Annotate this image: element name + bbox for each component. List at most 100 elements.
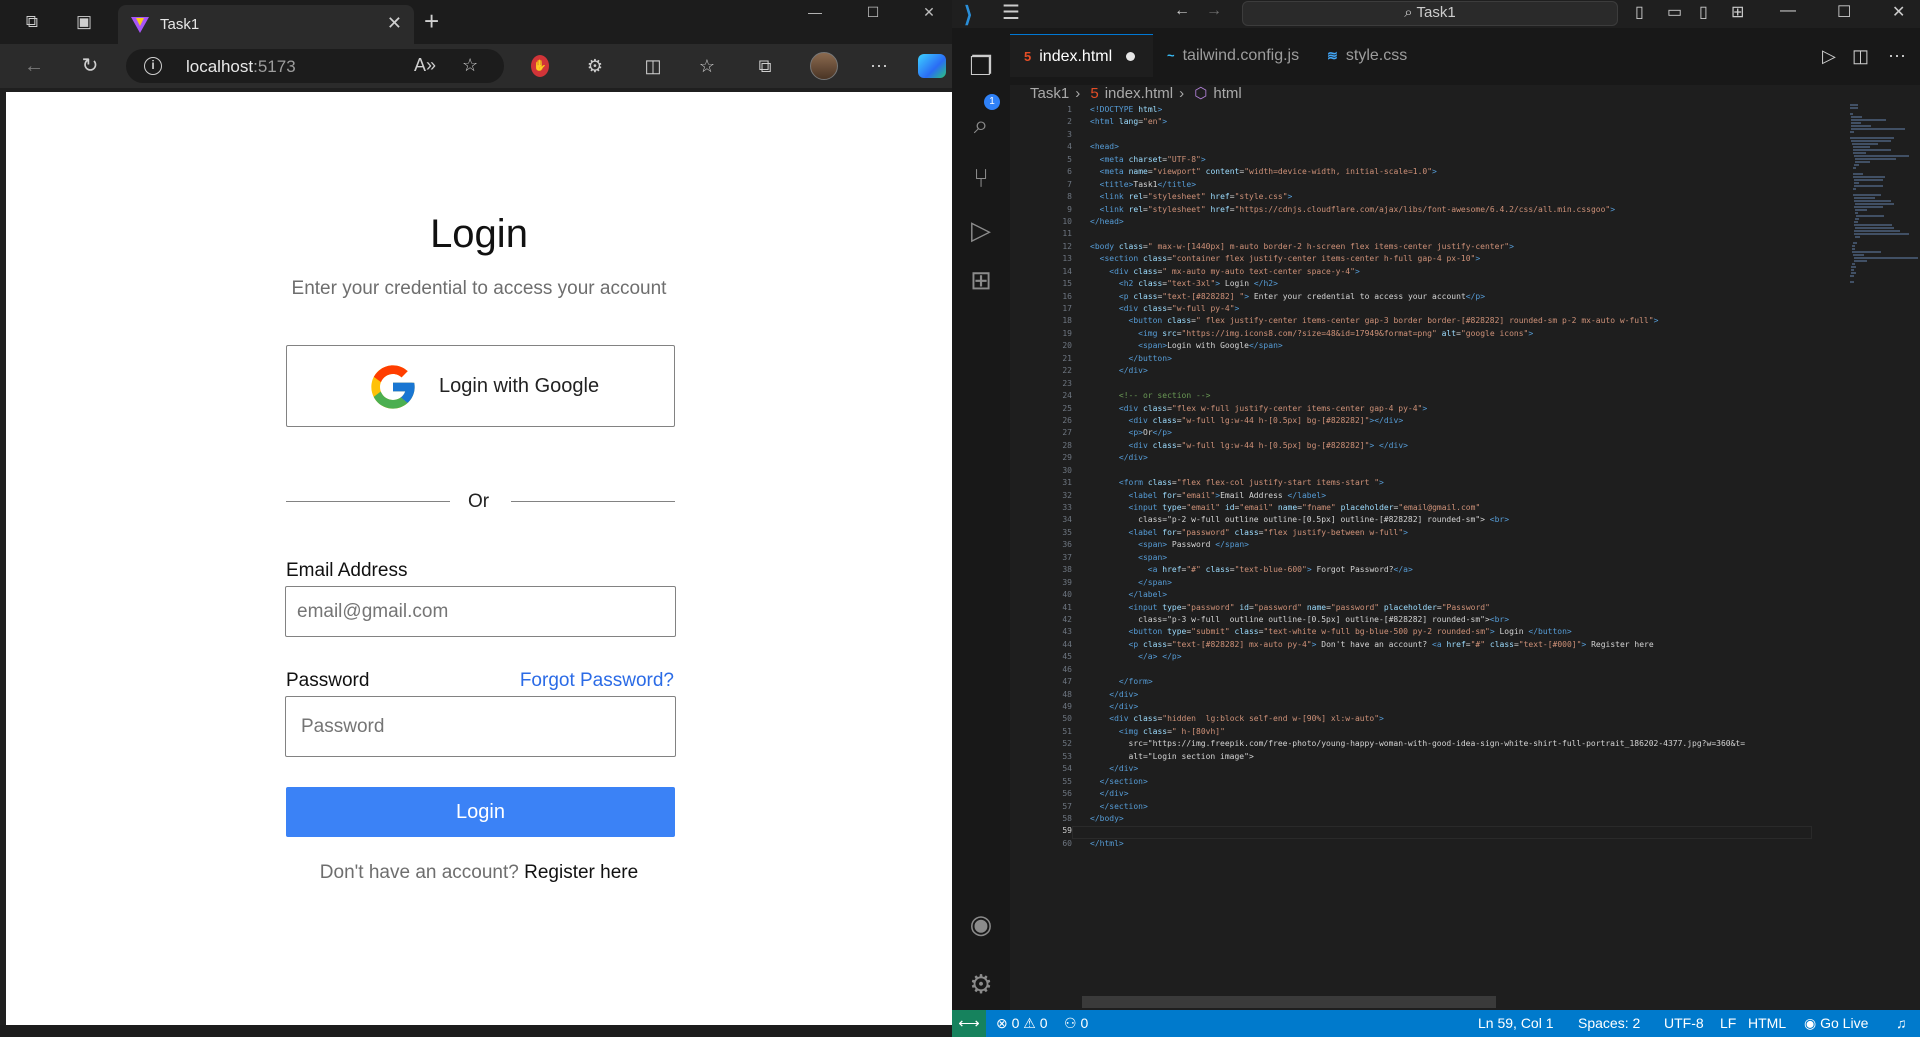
source-control-icon[interactable]: ⑂ (965, 162, 997, 194)
extensions-icon[interactable]: ⊞ (965, 264, 997, 296)
run-icon[interactable]: ▷ (1822, 46, 1836, 67)
register-link[interactable]: Register here (524, 862, 638, 883)
code-line[interactable]: <img class=" h-[80vh]" (1090, 726, 1810, 738)
code-line[interactable]: <!-- or section --> (1090, 390, 1810, 402)
workspaces-icon[interactable]: ⧉ (20, 10, 44, 34)
code-line[interactable]: </form> (1090, 676, 1810, 688)
horizontal-scrollbar[interactable] (1082, 996, 1496, 1008)
nav-back-icon[interactable]: ← (1174, 2, 1190, 20)
back-arrow-icon[interactable]: ← (20, 53, 48, 79)
code-line[interactable] (1090, 825, 1810, 837)
eol-setting[interactable]: LF (1720, 1015, 1736, 1031)
code-line[interactable]: <span>Login with Google</span> (1090, 340, 1810, 352)
code-line[interactable]: <title>Task1</title> (1090, 179, 1810, 191)
explorer-icon[interactable]: ❐ (965, 50, 997, 82)
close-tab-icon[interactable]: ✕ (387, 13, 402, 34)
code-line[interactable]: <span> Password </span> (1090, 539, 1810, 551)
code-line[interactable]: </html> (1090, 838, 1810, 850)
adblock-extension-icon[interactable]: ✋ (531, 55, 549, 77)
code-line[interactable]: </a> </p> (1090, 651, 1810, 663)
code-line[interactable]: </div> (1090, 763, 1810, 775)
language-mode[interactable]: HTML (1748, 1015, 1786, 1031)
code-line[interactable]: <button class=" flex justify-center item… (1090, 315, 1810, 327)
code-line[interactable]: <label for="email">Email Address </label… (1090, 490, 1810, 502)
code-line[interactable]: class="p-3 w-full outline outline-[0.5px… (1090, 614, 1810, 626)
breadcrumb-file[interactable]: index.html (1105, 85, 1173, 102)
code-line[interactable] (1090, 465, 1810, 477)
code-line[interactable]: <head> (1090, 141, 1810, 153)
code-line[interactable]: <section class="container flex justify-c… (1090, 253, 1810, 265)
code-line[interactable]: <h2 class="text-3xl"> Login </h2> (1090, 278, 1810, 290)
read-aloud-icon[interactable]: A» (414, 55, 436, 76)
settings-gear-icon[interactable]: ⚙ (965, 968, 997, 1000)
code-line[interactable] (1090, 664, 1810, 676)
code-line[interactable]: alt="Login section image"> (1090, 751, 1810, 763)
cursor-position[interactable]: Ln 59, Col 1 (1478, 1015, 1554, 1031)
close-window-icon[interactable]: ✕ (906, 0, 952, 26)
address-bar[interactable]: i localhost:5173 A» ☆ (126, 49, 504, 83)
code-line[interactable]: </div> (1090, 452, 1810, 464)
code-line[interactable]: <meta name="viewport" content="width=dev… (1090, 166, 1810, 178)
maximize-icon[interactable]: ☐ (850, 0, 896, 26)
minimap[interactable] (1850, 104, 1918, 1004)
ports-indicator[interactable]: ⚇ 0 (1064, 1015, 1088, 1032)
more-actions-icon[interactable]: ⋯ (1888, 46, 1906, 67)
vs-close-icon[interactable]: ✕ (1892, 2, 1905, 22)
code-line[interactable]: </span> (1090, 577, 1810, 589)
code-line[interactable]: </body> (1090, 813, 1810, 825)
tab-tailwind-config[interactable]: ~ tailwind.config.js (1153, 34, 1313, 77)
code-line[interactable]: <html lang="en"> (1090, 116, 1810, 128)
code-line[interactable]: <form class="flex flex-col justify-start… (1090, 477, 1810, 489)
favorite-star-icon[interactable]: ☆ (462, 55, 478, 76)
toggle-panel-icon[interactable]: ▭ (1667, 2, 1682, 22)
code-line[interactable]: <span> (1090, 552, 1810, 564)
refresh-icon[interactable]: ↻ (76, 53, 104, 79)
breadcrumb-symbol[interactable]: html (1213, 85, 1241, 102)
password-input[interactable] (285, 696, 676, 757)
code-line[interactable]: <img src="https://img.icons8.com/?size=4… (1090, 328, 1810, 340)
toggle-secondary-sidebar-icon[interactable]: ▯ (1699, 2, 1708, 22)
code-line[interactable]: </div> (1090, 701, 1810, 713)
minimize-icon[interactable]: — (792, 0, 838, 26)
code-line[interactable]: <meta charset="UTF-8"> (1090, 154, 1810, 166)
code-line[interactable]: </div> (1090, 365, 1810, 377)
code-line[interactable]: <div class="w-full lg:w-44 h-[0.5px] bg-… (1090, 440, 1810, 452)
email-input[interactable] (285, 586, 676, 637)
code-line[interactable]: <div class="w-full py-4"> (1090, 303, 1810, 315)
toggle-sidebar-icon[interactable]: ▯ (1635, 2, 1644, 22)
code-line[interactable]: <!DOCTYPE html> (1090, 104, 1810, 116)
login-with-google-button[interactable]: Login with Google (286, 345, 675, 427)
code-line[interactable] (1090, 228, 1810, 240)
code-line[interactable]: </section> (1090, 801, 1810, 813)
code-line[interactable]: <div class=" mx-auto my-auto text-center… (1090, 266, 1810, 278)
code-line[interactable]: <body class=" max-w-[1440px] m-auto bord… (1090, 241, 1810, 253)
forgot-password-link[interactable]: Forgot Password? (520, 670, 674, 692)
code-line[interactable]: <link rel="stylesheet" href="https://cdn… (1090, 204, 1810, 216)
code-line[interactable]: <div class="flex w-full justify-center i… (1090, 403, 1810, 415)
accounts-icon[interactable]: ◉ (965, 908, 997, 940)
split-screen-icon[interactable]: ◫ (640, 54, 666, 78)
search-icon[interactable]: ⌕ (965, 108, 997, 140)
code-line[interactable]: <div class="hidden lg:block self-end w-[… (1090, 713, 1810, 725)
collections-icon[interactable]: ⧉ (752, 54, 778, 78)
command-center-search[interactable]: ⌕ Task1 (1242, 1, 1618, 26)
code-line[interactable]: src="https://img.freepik.com/free-photo/… (1090, 738, 1810, 750)
code-line[interactable]: </div> (1090, 689, 1810, 701)
browser-tab-task1[interactable]: Task1 ✕ (118, 5, 414, 44)
vs-minimize-icon[interactable]: — (1780, 2, 1796, 20)
code-line[interactable]: <p class="text-[#828282] "> Enter your c… (1090, 291, 1810, 303)
code-line[interactable]: <link rel="stylesheet" href="style.css"> (1090, 191, 1810, 203)
code-line[interactable]: <label for="password" class="flex justif… (1090, 527, 1810, 539)
code-line[interactable]: <input type="password" id="password" nam… (1090, 602, 1810, 614)
code-content[interactable]: <!DOCTYPE html> <html lang="en"> <head> <m… (1090, 104, 1810, 850)
problems-indicator[interactable]: ⊗ 0 ⚠ 0 (996, 1015, 1048, 1032)
tab-index-html[interactable]: 5 index.html (1010, 34, 1153, 77)
tab-style-css[interactable]: ≋ style.css (1313, 34, 1453, 77)
code-line[interactable] (1090, 129, 1810, 141)
code-line[interactable]: </head> (1090, 216, 1810, 228)
login-button[interactable]: Login (286, 787, 675, 837)
info-icon[interactable]: i (144, 57, 162, 75)
tab-actions-icon[interactable]: ▣ (72, 10, 96, 34)
breadcrumb-folder[interactable]: Task1 (1030, 85, 1069, 102)
notifications-bell-icon[interactable]: ♫ (1896, 1015, 1907, 1031)
